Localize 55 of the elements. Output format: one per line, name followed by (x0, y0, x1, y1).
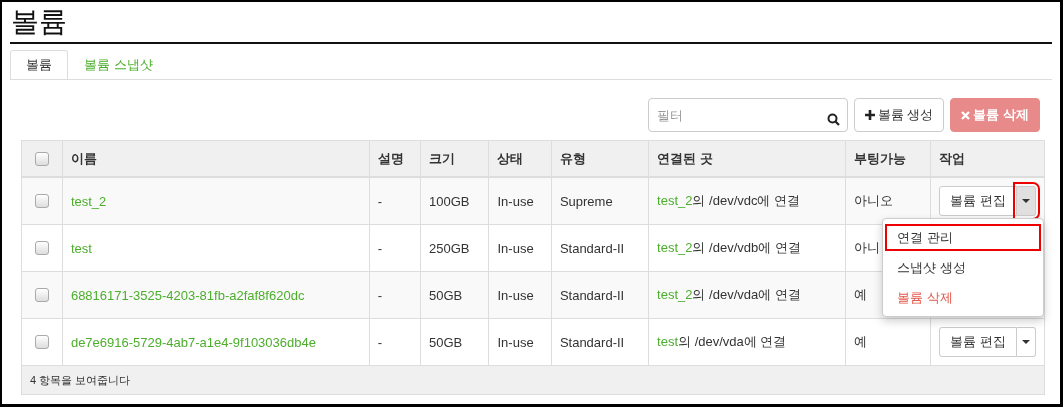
table-cell: - (369, 224, 421, 272)
tab[interactable]: 볼륨 (10, 50, 68, 79)
instance-link[interactable]: test (657, 334, 678, 349)
table-cell: In-use (489, 224, 552, 272)
table-cell: Standard-II (551, 224, 649, 272)
plus-icon (864, 110, 875, 120)
column-header: 설명 (369, 140, 421, 177)
table-cell: 250GB (420, 224, 489, 272)
table-cell: - (369, 177, 421, 225)
item-count: 4 항목을 보여줍니다 (21, 365, 1045, 395)
checkbox[interactable] (34, 151, 49, 166)
column-header: 크기 (420, 140, 489, 177)
table-cell: 50GB (420, 271, 489, 319)
checkbox[interactable] (34, 335, 49, 349)
create-volume-button[interactable]: 볼륨 생성 (853, 98, 945, 132)
instance-link[interactable]: test_2 (657, 287, 693, 302)
edit-volume-button[interactable]: 볼륨 편집 (939, 327, 1017, 357)
table-cell: 100GB (420, 177, 489, 225)
volume-name-link[interactable]: test (70, 240, 92, 256)
instance-link[interactable]: test_2 (657, 240, 693, 255)
table-cell: In-use (489, 318, 552, 366)
page-title: 볼륨 (10, 2, 1052, 44)
attachment-text: test_2의 /dev/vdc에 연결 (657, 193, 801, 208)
table-cell: 50GB (420, 318, 489, 366)
table-cell: Standard-II (551, 271, 649, 319)
table-cell: Supreme (551, 177, 649, 225)
column-header: 연결된 곳 (648, 140, 846, 177)
caret-icon (1022, 199, 1030, 203)
filter-field[interactable]: 필터 (647, 98, 848, 132)
column-header: 이름 (62, 140, 370, 177)
edit-volume-button[interactable]: 볼륨 편집 (939, 186, 1017, 216)
table-cell: - (369, 271, 421, 319)
volume-name-link[interactable]: test_2 (70, 193, 107, 209)
attachment-text: test_2의 /dev/vdb에 연결 (657, 240, 801, 255)
close-icon (961, 110, 971, 120)
table-cell: In-use (489, 177, 552, 225)
delete-volume-button[interactable]: 볼륨 삭제 (950, 98, 1040, 132)
table-cell: Standard-II (551, 318, 649, 366)
table-cell: 예 (846, 318, 931, 366)
instance-link[interactable]: test_2 (657, 193, 693, 208)
table-cell: In-use (489, 271, 552, 319)
column-header: 상태 (489, 140, 552, 177)
column-header: 부팅가능 (846, 140, 931, 177)
dropdown-toggle[interactable] (1017, 327, 1036, 357)
menu-item[interactable]: 연결 관리 (885, 224, 1041, 251)
column-header: 작업 (930, 140, 1045, 177)
checkbox[interactable] (34, 241, 49, 255)
attachment-text: test_2의 /dev/vda에 연결 (657, 287, 801, 302)
search-icon (826, 113, 840, 126)
table-cell: - (369, 318, 421, 366)
checkbox[interactable] (34, 194, 49, 208)
caret-icon (1022, 340, 1030, 344)
checkbox[interactable] (34, 288, 49, 302)
attachment-text: test의 /dev/vda에 연결 (657, 334, 787, 349)
column-header: 유형 (551, 140, 649, 177)
